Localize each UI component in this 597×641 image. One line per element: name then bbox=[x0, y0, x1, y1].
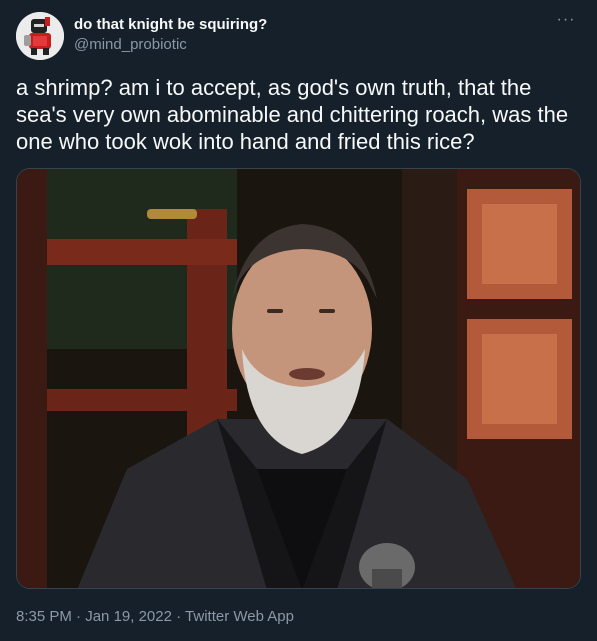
author-handle[interactable]: @mind_probiotic bbox=[74, 35, 267, 55]
photo-icon bbox=[17, 169, 580, 588]
more-options-icon[interactable]: ··· bbox=[555, 12, 577, 34]
meta-separator: · bbox=[171, 608, 186, 625]
knight-avatar-icon bbox=[16, 12, 64, 60]
tweet-time[interactable]: 8:35 PM bbox=[16, 608, 72, 625]
meta-separator: · bbox=[71, 608, 86, 625]
tweet-source[interactable]: Twitter Web App bbox=[185, 608, 294, 625]
tweet-header: do that knight be squiring? @mind_probio… bbox=[16, 12, 581, 60]
tweet-meta: 8:35 PM · Jan 19, 2022 · Twitter Web App bbox=[16, 607, 294, 627]
display-name[interactable]: do that knight be squiring? bbox=[74, 15, 267, 35]
tweet: do that knight be squiring? @mind_probio… bbox=[0, 0, 597, 641]
tweet-text: a shrimp? am i to accept, as god's own t… bbox=[16, 75, 569, 154]
avatar[interactable] bbox=[16, 12, 64, 60]
author-names: do that knight be squiring? @mind_probio… bbox=[74, 15, 267, 55]
tweet-date[interactable]: Jan 19, 2022 bbox=[85, 608, 172, 625]
tweet-media[interactable] bbox=[16, 168, 581, 589]
